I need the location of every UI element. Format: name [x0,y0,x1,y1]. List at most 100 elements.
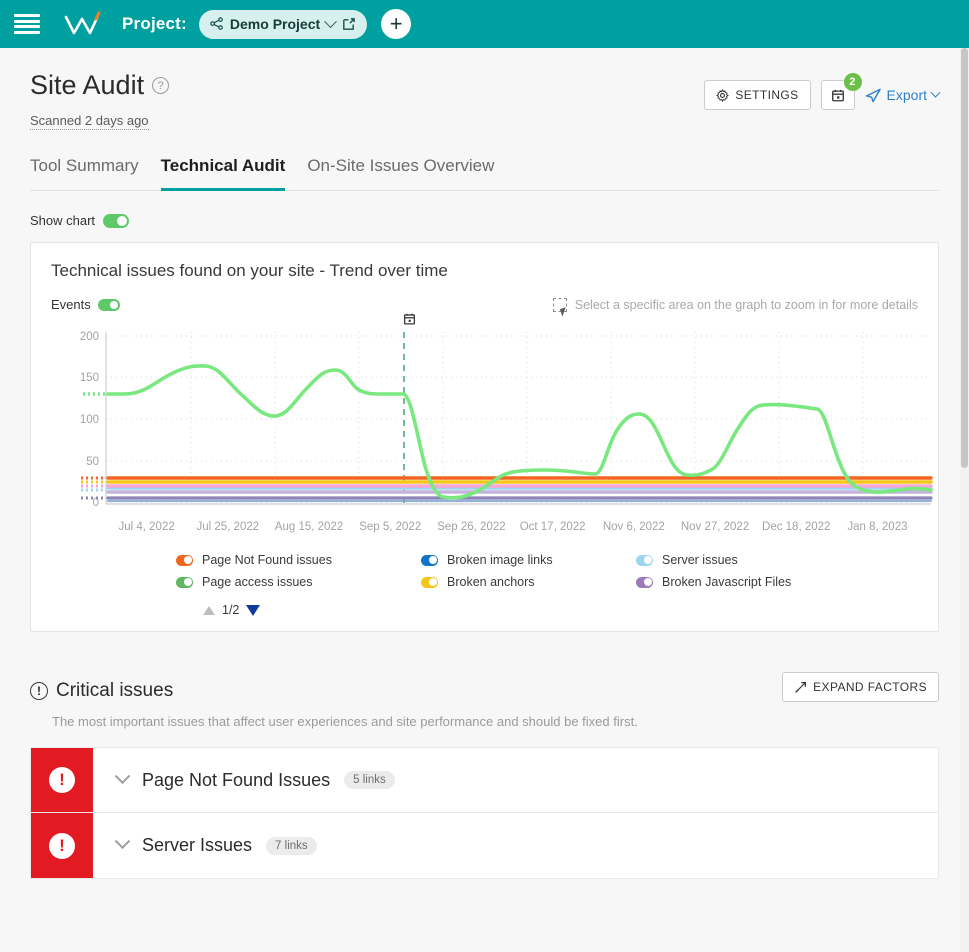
show-chart-toggle[interactable] [103,213,130,228]
page-up-icon[interactable] [203,605,215,615]
legend-label: Broken anchors [447,575,535,589]
export-button[interactable]: Export [865,87,941,103]
export-label: Export [886,87,927,103]
critical-issues-header: ! Critical issues EXPAND FACTORS [30,672,939,702]
chart-plot-area[interactable]: 200 150 100 50 0 [51,313,933,516]
legend-item-page-access-issues[interactable]: Page access issues [176,575,421,589]
settings-label: SETTINGS [735,88,799,102]
show-chart-row: Show chart [30,213,939,228]
hamburger-menu-icon[interactable] [14,14,40,34]
tab-technical-audit[interactable]: Technical Audit [160,156,286,191]
legend-color-swatch [636,554,653,566]
chart-legend: Page Not Found issues Broken image links… [176,553,918,589]
chart-title: Technical issues found on your site - Tr… [51,261,448,280]
page-title-row: Site Audit ? [30,70,170,101]
add-project-button[interactable]: + [381,9,412,39]
issue-name: Page Not Found Issues [142,769,331,790]
settings-button[interactable]: SETTINGS [704,80,811,110]
send-icon [865,88,881,102]
issue-links-badge: 7 links [266,836,317,855]
calendar-icon [831,89,844,101]
svg-text:50: 50 [86,456,99,468]
critical-issues-title-row: ! Critical issues [30,680,173,702]
project-name: Demo Project [229,16,321,32]
legend-color-swatch [176,554,193,566]
issue-row[interactable]: ! Page Not Found Issues 5 links [30,747,939,813]
tab-bar: Tool Summary Technical Audit On-Site Iss… [30,156,939,191]
tab-on-site-issues-overview[interactable]: On-Site Issues Overview [307,156,494,191]
project-selector[interactable]: Demo Project [198,9,368,39]
x-tick: Jul 4, 2022 [118,521,175,533]
legend-label: Page access issues [202,575,313,589]
svg-text:150: 150 [80,372,99,384]
legend-color-swatch [176,576,193,588]
gear-icon [716,88,730,102]
chart-card: Technical issues found on your site - Tr… [30,242,939,632]
header-actions: SETTINGS 2 Export [704,70,941,110]
x-tick: Oct 17, 2022 [519,521,586,533]
trend-line-chart: 200 150 100 50 0 [80,331,933,509]
x-tick: Jul 25, 2022 [196,521,260,533]
critical-issues-subtitle: The most important issues that affect us… [52,714,638,729]
legend-label: Server issues [662,553,738,567]
expand-factors-button[interactable]: EXPAND FACTORS [782,672,939,702]
events-label: Events [51,297,91,312]
x-tick: Dec 18, 2022 [762,521,831,533]
legend-color-swatch [421,576,438,588]
legend-label: Broken image links [447,553,553,567]
legend-color-swatch [636,576,653,588]
legend-item-broken-image-links[interactable]: Broken image links [421,553,636,567]
legend-item-page-not-found-issues[interactable]: Page Not Found issues [176,553,421,567]
x-tick: Aug 15, 2022 [274,521,344,533]
calendar-badge: 2 [843,73,862,91]
x-tick: Nov 6, 2022 [602,521,665,533]
legend-pagination: 1/2 [203,603,918,617]
top-navigation-bar: Project: Demo Project + [0,0,969,48]
legend-item-broken-javascript-files[interactable]: Broken Javascript Files [636,575,918,589]
events-row: Events [51,297,120,312]
critical-issues-title: Critical issues [56,680,174,701]
legend-label: Page Not Found issues [202,553,332,567]
x-tick: Nov 27, 2022 [680,521,750,533]
question-mark-icon[interactable]: ? [152,77,170,94]
scrollbar-thumb[interactable] [961,48,968,468]
x-tick: Jan 8, 2023 [847,521,908,533]
svg-text:200: 200 [80,331,99,343]
legend-label: Broken Javascript Files [662,575,792,589]
page-indicator: 1/2 [222,603,240,617]
page-title: Site Audit [30,70,145,100]
chevron-down-icon[interactable] [114,767,131,784]
calendar-button[interactable]: 2 [820,73,862,110]
exclamation-circle-icon: ! [30,682,48,700]
issue-links-badge: 5 links [344,771,395,789]
svg-text:100: 100 [80,414,99,426]
scanned-timestamp[interactable]: Scanned 2 days ago [30,113,149,130]
page-scrollbar[interactable] [960,48,969,952]
exclamation-circle-icon: ! [49,767,75,793]
project-label: Project: [122,14,187,33]
events-toggle[interactable] [97,298,120,311]
chevron-down-icon[interactable] [114,833,131,850]
woorank-logo-icon[interactable] [60,9,104,39]
legend-item-broken-anchors[interactable]: Broken anchors [421,575,636,589]
legend-color-swatch [421,554,438,566]
x-tick: Sep 5, 2022 [359,521,422,533]
chevron-down-icon[interactable] [930,87,941,98]
zoom-hint: Select a specific area on the graph to z… [552,297,918,312]
issue-name: Server Issues [142,835,253,855]
exclamation-circle-icon: ! [49,832,75,859]
external-link-icon [343,17,355,30]
legend-item-server-issues[interactable]: Server issues [636,553,918,567]
severity-indicator: ! [31,748,93,812]
selection-marquee-icon [552,297,567,312]
share-nodes-icon [210,17,223,30]
tab-tool-summary[interactable]: Tool Summary [30,156,139,191]
x-tick: Sep 26, 2022 [437,521,506,533]
chevron-down-icon[interactable] [324,14,338,28]
severity-indicator: ! [31,813,93,878]
issue-row[interactable]: ! Server Issues 7 links [30,813,939,879]
page-down-icon[interactable] [246,604,261,616]
event-calendar-marker[interactable] [403,312,416,329]
svg-text:0: 0 [93,497,99,509]
show-chart-label: Show chart [30,213,96,228]
